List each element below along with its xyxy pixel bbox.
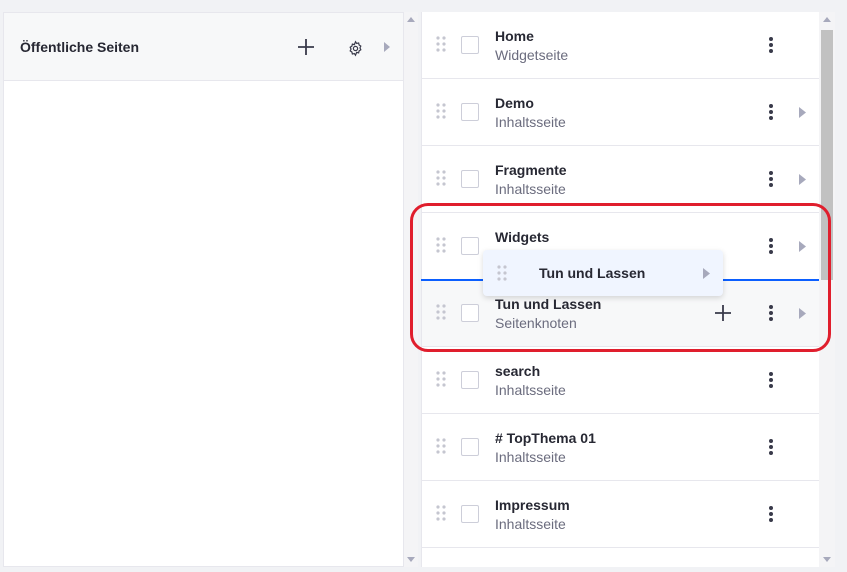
scroll-up-arrow-icon[interactable]	[407, 17, 415, 22]
drag-handle-icon[interactable]	[436, 103, 446, 119]
caret-right-icon[interactable]	[799, 172, 809, 186]
caret-right-icon[interactable]	[799, 239, 809, 253]
kebab-menu-icon[interactable]	[763, 437, 779, 457]
page-name: Home	[495, 28, 534, 44]
row-checkbox[interactable]	[461, 237, 479, 255]
page-name: Widgets	[495, 229, 550, 245]
left-column: Öffentliche Seiten	[3, 12, 404, 567]
drag-preview[interactable]: Tun und Lassen	[483, 250, 723, 296]
row-checkbox[interactable]	[461, 170, 479, 188]
column-title: Öffentliche Seiten	[20, 39, 140, 55]
caret-right-icon[interactable]	[799, 306, 809, 320]
page-type: Inhaltsseite	[495, 181, 566, 197]
drag-handle-icon[interactable]	[436, 36, 446, 52]
page-tree-editor: Öffentliche Seiten Home Widgetseite Demo…	[0, 0, 847, 572]
drag-handle-icon[interactable]	[436, 438, 446, 454]
drag-handle-icon[interactable]	[436, 505, 446, 521]
row-checkbox[interactable]	[461, 103, 479, 121]
row-checkbox[interactable]	[461, 505, 479, 523]
left-column-header[interactable]: Öffentliche Seiten	[4, 13, 403, 81]
page-row-search[interactable]: search Inhaltsseite	[422, 347, 819, 414]
right-scrollbar[interactable]	[819, 12, 835, 567]
page-type: Widgetseite	[495, 47, 569, 63]
gear-icon[interactable]	[343, 36, 367, 60]
drag-handle-icon[interactable]	[436, 237, 446, 253]
page-row-impressum[interactable]: Impressum Inhaltsseite	[422, 481, 819, 548]
left-scrollbar[interactable]	[404, 12, 418, 567]
kebab-menu-icon[interactable]	[763, 35, 779, 55]
caret-right-icon[interactable]	[381, 39, 393, 55]
kebab-menu-icon[interactable]	[763, 169, 779, 189]
caret-right-icon	[703, 266, 711, 279]
plus-icon[interactable]	[294, 35, 318, 59]
scroll-down-arrow-icon[interactable]	[407, 557, 415, 562]
page-type: Inhaltsseite	[495, 449, 566, 465]
page-type: Seitenknoten	[495, 315, 577, 331]
drag-preview-name: Tun und Lassen	[539, 265, 646, 281]
row-checkbox[interactable]	[461, 36, 479, 54]
drag-handle-icon	[497, 265, 507, 281]
page-name: Fragmente	[495, 162, 567, 178]
page-row-topthema[interactable]: # TopThema 01 Inhaltsseite	[422, 414, 819, 481]
scroll-down-arrow-icon[interactable]	[823, 557, 831, 562]
page-name: Tun und Lassen	[495, 296, 602, 312]
page-type: Inhaltsseite	[495, 516, 566, 532]
page-name: # TopThema 01	[495, 430, 596, 446]
row-checkbox[interactable]	[461, 304, 479, 322]
kebab-menu-icon[interactable]	[763, 370, 779, 390]
scroll-up-arrow-icon[interactable]	[823, 17, 831, 22]
page-type: Inhaltsseite	[495, 114, 566, 130]
kebab-menu-icon[interactable]	[763, 303, 779, 323]
drag-handle-icon[interactable]	[436, 170, 446, 186]
drag-handle-icon[interactable]	[436, 304, 446, 320]
row-checkbox[interactable]	[461, 371, 479, 389]
page-type: Inhaltsseite	[495, 382, 566, 398]
kebab-menu-icon[interactable]	[763, 504, 779, 524]
page-name: Impressum	[495, 497, 570, 513]
page-name: search	[495, 363, 541, 379]
row-checkbox[interactable]	[461, 438, 479, 456]
drag-handle-icon[interactable]	[436, 371, 446, 387]
kebab-menu-icon[interactable]	[763, 236, 779, 256]
plus-icon[interactable]	[713, 303, 733, 323]
kebab-menu-icon[interactable]	[763, 102, 779, 122]
page-row-home[interactable]: Home Widgetseite	[422, 12, 819, 79]
caret-right-icon[interactable]	[799, 105, 809, 119]
page-row-demo[interactable]: Demo Inhaltsseite	[422, 79, 819, 146]
page-row-fragmente[interactable]: Fragmente Inhaltsseite	[422, 146, 819, 213]
scrollbar-thumb[interactable]	[821, 30, 833, 280]
page-name: Demo	[495, 95, 534, 111]
